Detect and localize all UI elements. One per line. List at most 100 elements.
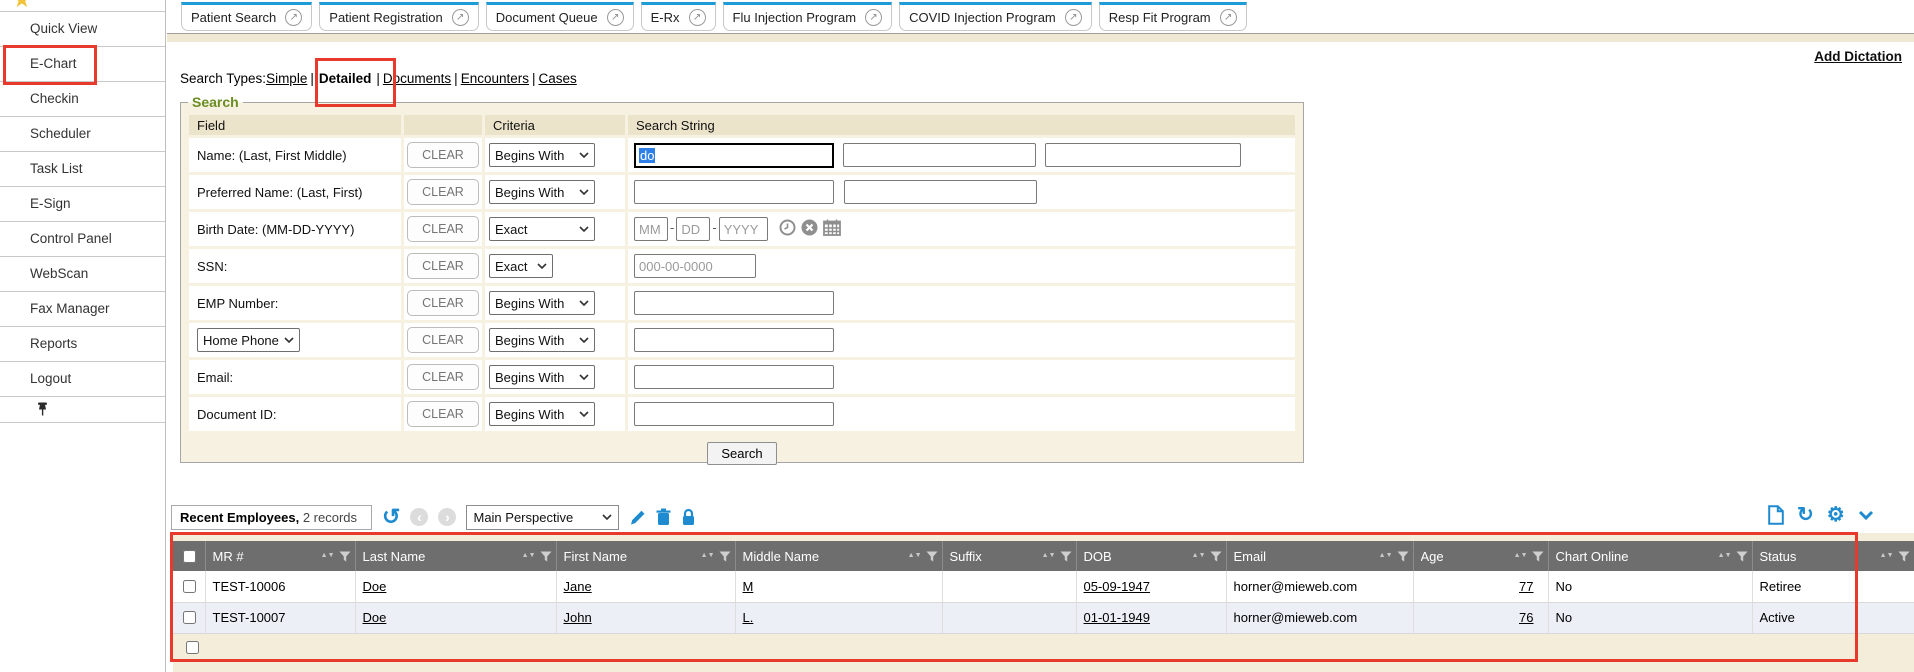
add-dictation-link[interactable]: Add Dictation [1814,49,1902,64]
open-new-window-icon[interactable]: ↗ [285,9,302,26]
undo-icon[interactable]: ↺ [382,507,400,527]
open-new-window-icon[interactable]: ↗ [865,9,882,26]
last-name-link[interactable]: Doe [363,579,387,594]
sort-icon[interactable]: ▲▼ [321,553,335,559]
ssn-input[interactable] [634,254,756,278]
name-search-input[interactable]: do [634,143,834,168]
trash-icon[interactable] [656,508,671,526]
phone-type-select[interactable]: Home Phone [197,328,300,352]
age-link[interactable]: 76 [1519,610,1533,625]
sidebar-item-reports[interactable]: Reports [0,327,165,362]
filter-icon[interactable] [1898,551,1910,562]
search-type-detailed[interactable]: Detailed [317,71,374,86]
filter-icon[interactable] [926,551,938,562]
search-type-simple[interactable]: Simple [266,71,307,86]
criteria-select[interactable]: Begins With [489,402,595,426]
clear-button[interactable]: CLEAR [407,364,479,390]
footer-checkbox[interactable] [186,641,199,654]
first-name-link[interactable]: John [564,610,592,625]
sidebar-item-checkin[interactable]: Checkin [0,82,165,117]
sidebar-item-quick-view[interactable]: Quick View [0,12,165,47]
criteria-select[interactable]: Begins With [489,143,595,167]
prev-page-icon[interactable]: ‹ [410,508,428,526]
first-name-link[interactable]: Jane [564,579,592,594]
open-new-window-icon[interactable]: ↗ [1065,9,1082,26]
tab-flu-injection-program[interactable]: Flu Injection Program ↗ [723,2,893,31]
criteria-select[interactable]: Begins With [489,365,595,389]
lock-icon[interactable] [681,508,696,526]
clear-button[interactable]: CLEAR [407,216,479,242]
sidebar-item-scheduler[interactable]: Scheduler [0,117,165,152]
clear-button[interactable]: CLEAR [407,401,479,427]
filter-icon[interactable] [719,551,731,562]
sidebar-item-logout[interactable]: Logout [0,362,165,397]
criteria-select[interactable]: Begins With [489,291,595,315]
sidebar-item-task-list[interactable]: Task List [0,152,165,187]
birth-day-input[interactable] [676,217,710,241]
sidebar-item-e-chart[interactable]: E-Chart [0,47,165,82]
criteria-select[interactable]: Exact [489,254,553,278]
preferred-name-input-1[interactable] [634,180,834,204]
search-type-encounters[interactable]: Encounters [461,71,529,86]
sort-icon[interactable]: ▲▼ [1379,553,1393,559]
name-search-input-2[interactable] [843,143,1036,167]
birth-year-input[interactable] [719,217,768,241]
filter-icon[interactable] [1210,551,1222,562]
sidebar-item-control-panel[interactable]: Control Panel [0,222,165,257]
emp-number-input[interactable] [634,291,834,315]
tab-resp-fit-program[interactable]: Resp Fit Program ↗ [1099,2,1247,31]
gear-icon[interactable]: ⚙ [1827,505,1845,525]
new-document-icon[interactable] [1768,505,1784,525]
preferred-name-input-2[interactable] [844,180,1037,204]
calendar-icon[interactable] [823,219,841,239]
tab-document-queue[interactable]: Document Queue ↗ [486,2,634,31]
tab-e-rx[interactable]: E-Rx ↗ [641,2,716,31]
clear-date-icon[interactable] [801,219,818,239]
sort-icon[interactable]: ▲▼ [522,553,536,559]
open-new-window-icon[interactable]: ↗ [452,9,469,26]
criteria-select[interactable]: Begins With [489,180,595,204]
sort-icon[interactable]: ▲▼ [1192,553,1206,559]
open-new-window-icon[interactable]: ↗ [689,9,706,26]
birth-month-input[interactable] [634,217,668,241]
edit-pencil-icon[interactable] [629,509,646,526]
clear-button[interactable]: CLEAR [407,290,479,316]
clear-button[interactable]: CLEAR [407,327,479,353]
name-search-input-3[interactable] [1045,143,1241,167]
search-button[interactable]: Search [707,442,776,465]
filter-icon[interactable] [1736,551,1748,562]
filter-icon[interactable] [339,551,351,562]
chevron-down-icon[interactable] [1858,510,1874,520]
tab-covid-injection-program[interactable]: COVID Injection Program ↗ [899,2,1092,31]
sort-icon[interactable]: ▲▼ [1042,553,1056,559]
middle-name-link[interactable]: M [743,579,754,594]
clear-button[interactable]: CLEAR [407,253,479,279]
criteria-select[interactable]: Exact [489,217,595,241]
filter-icon[interactable] [540,551,552,562]
email-input[interactable] [634,365,834,389]
sort-icon[interactable]: ▲▼ [1880,553,1894,559]
sidebar-item-webscan[interactable]: WebScan [0,257,165,292]
clear-button[interactable]: CLEAR [407,142,479,168]
tab-patient-search[interactable]: Patient Search ↗ [181,2,312,31]
filter-icon[interactable] [1397,551,1409,562]
sort-icon[interactable]: ▲▼ [908,553,922,559]
filter-icon[interactable] [1532,551,1544,562]
pin-icon[interactable] [36,402,49,419]
sidebar-item-fax-manager[interactable]: Fax Manager [0,292,165,327]
sort-icon[interactable]: ▲▼ [1514,553,1528,559]
open-new-window-icon[interactable]: ↗ [1220,9,1237,26]
dob-link[interactable]: 01-01-1949 [1084,610,1151,625]
sort-icon[interactable]: ▲▼ [1718,553,1732,559]
last-name-link[interactable]: Doe [363,610,387,625]
sort-icon[interactable]: ▲▼ [701,553,715,559]
clock-icon[interactable] [779,219,796,239]
tab-patient-registration[interactable]: Patient Registration ↗ [319,2,478,31]
criteria-select[interactable]: Begins With [489,328,595,352]
search-type-documents[interactable]: Documents [383,71,451,86]
next-page-icon[interactable]: › [438,508,456,526]
refresh-icon[interactable]: ↻ [1797,505,1814,525]
search-type-cases[interactable]: Cases [539,71,577,86]
row-checkbox[interactable] [183,611,196,624]
row-checkbox[interactable] [183,580,196,593]
